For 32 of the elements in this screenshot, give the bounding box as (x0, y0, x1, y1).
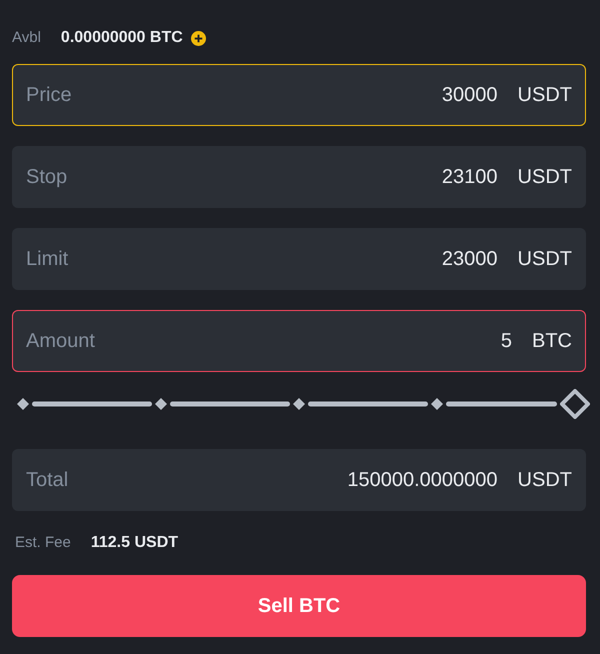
diamond-icon (431, 398, 443, 410)
diamond-icon (17, 398, 29, 410)
field-value: 150000.0000000 (347, 468, 498, 493)
unit-label: USDT (518, 468, 572, 493)
field-label: Stop (26, 165, 68, 190)
field-value: 30000 (442, 83, 498, 108)
field-value: 5 (500, 329, 512, 354)
input-field[interactable]: Amount 5 BTC (12, 310, 586, 372)
fee-value: 112.5 USDT (90, 533, 178, 553)
diamond-icon (155, 398, 167, 410)
input-field[interactable]: Limit 23000 USDT (12, 228, 586, 290)
unit-label: BTC (532, 329, 572, 354)
unit-label: USDT (518, 247, 572, 272)
unit-label: USDT (518, 83, 572, 108)
field-label: Limit (26, 247, 68, 272)
fee-label: Est. Fee (15, 532, 71, 553)
total-field[interactable]: Total 150000.0000000 USDT (12, 449, 586, 511)
diamond-icon (293, 398, 305, 410)
unit-label: USDT (518, 165, 572, 190)
available-balance: 0.00000000 BTC (60, 28, 183, 48)
available-label: Avbl (12, 28, 41, 48)
field-value: 23100 (442, 165, 498, 190)
field-label: Total (26, 468, 68, 493)
field-value: 23000 (442, 247, 498, 272)
input-field[interactable]: Price 30000 USDT (12, 64, 586, 126)
field-label: Amount (26, 329, 95, 354)
add-icon[interactable] (190, 30, 206, 46)
input-field[interactable]: Stop 23100 USDT (12, 146, 586, 208)
slider-track[interactable] (17, 389, 590, 419)
field-label: Price (26, 83, 72, 108)
sell-button[interactable]: Sell BTC (12, 575, 586, 637)
slider-thumb[interactable] (560, 389, 590, 419)
